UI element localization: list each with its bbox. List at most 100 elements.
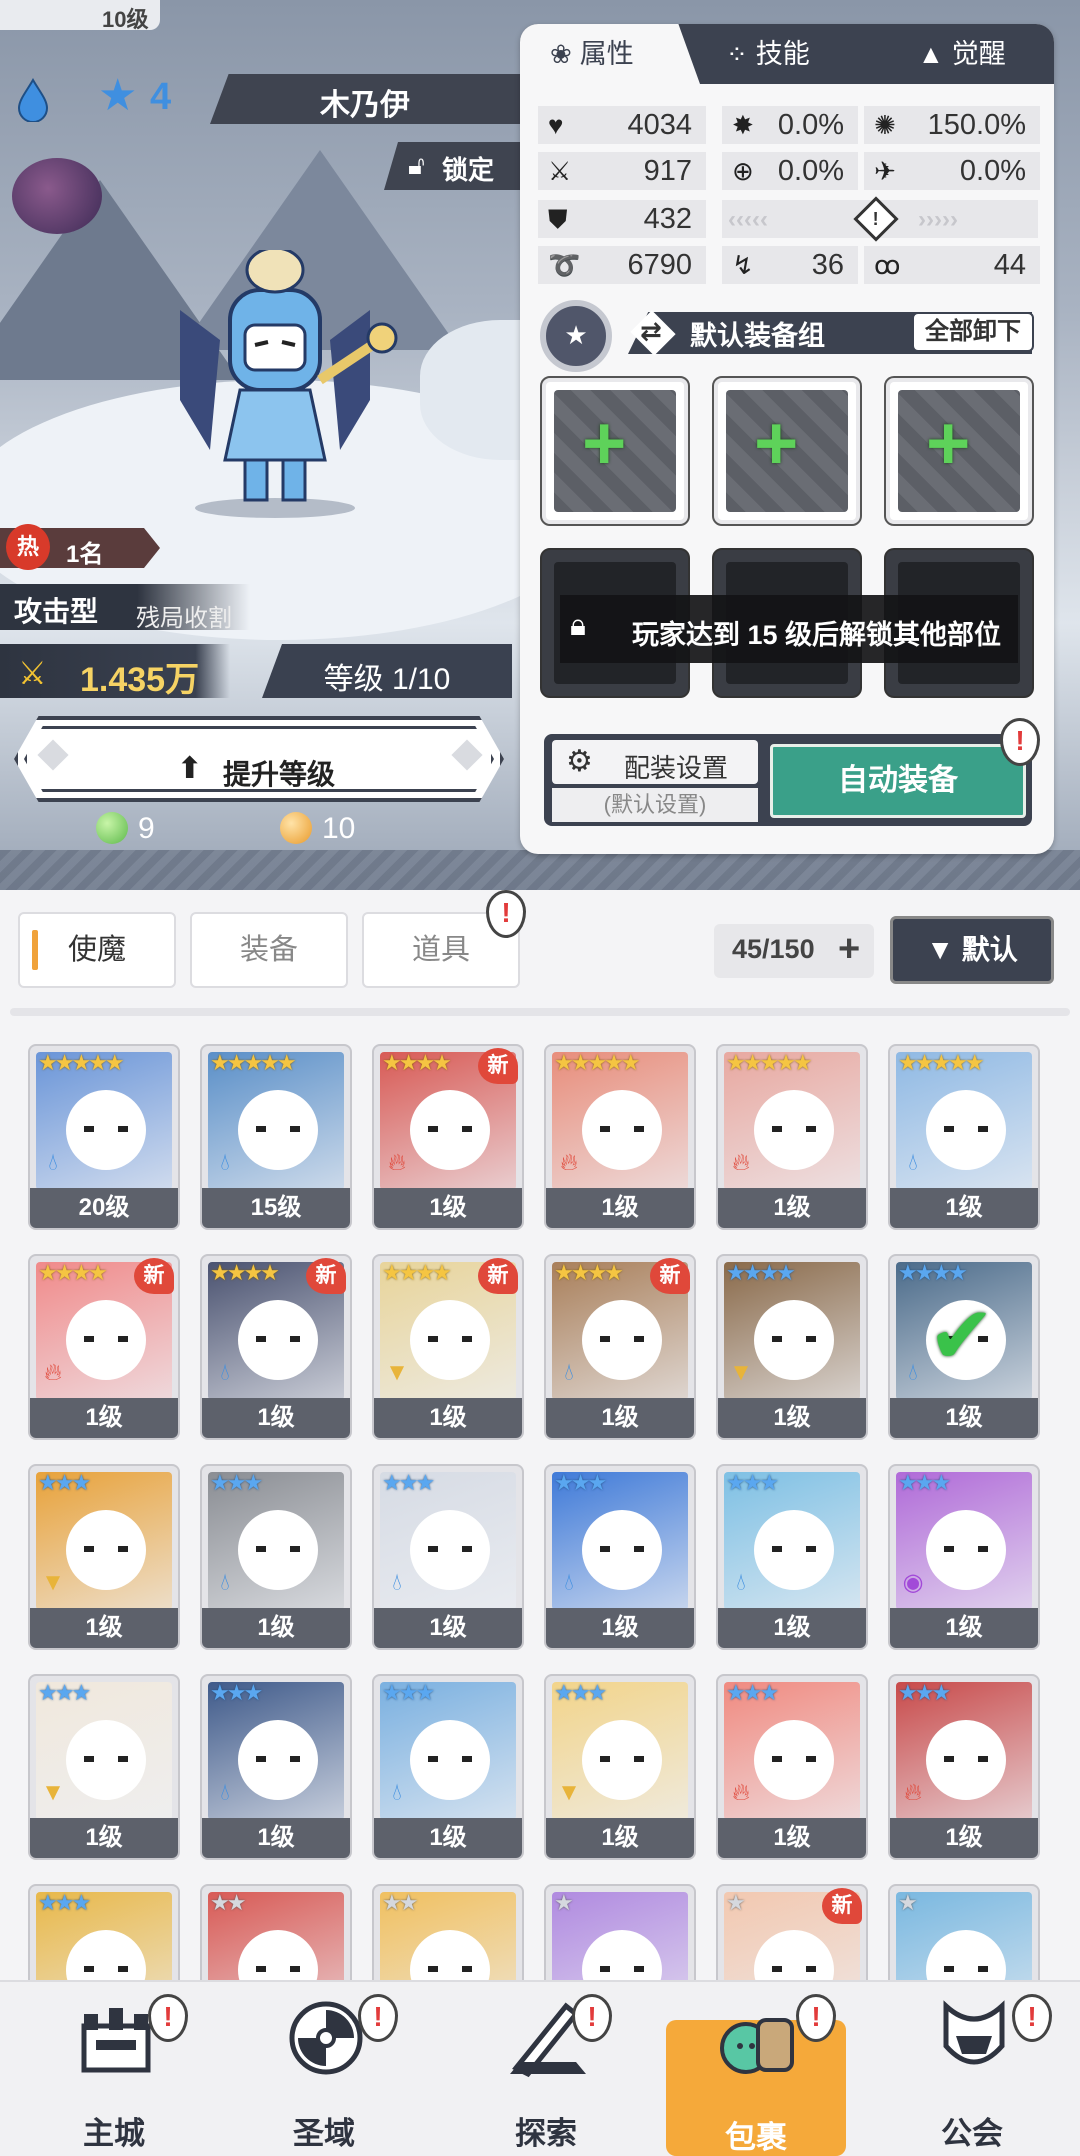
star-rating: ★★★: [898, 1470, 951, 1495]
lock-button[interactable]: 🔓︎ 锁定: [384, 142, 524, 190]
familiar-card[interactable]: ★★★ 💧︎ 1级: [200, 1674, 352, 1860]
stat-crit: ✸ 0.0%: [722, 106, 858, 144]
heart-icon: ♥: [548, 110, 564, 140]
familiar-eyes: [772, 1966, 816, 1972]
earth-element-icon: ▼: [385, 1359, 409, 1386]
pet-lock-icon[interactable]: [12, 158, 102, 234]
equip-medal-icon[interactable]: ★: [540, 300, 612, 372]
green-orb-icon: [96, 812, 128, 844]
familiar-card[interactable]: ★★★★★ 🔥︎ 1级: [544, 1044, 696, 1230]
tab-attributes[interactable]: ❀ 属性: [520, 24, 700, 84]
nav-label: 圣域: [293, 2116, 355, 2151]
stat-defense: ⛊ 432: [538, 200, 706, 238]
star-rating: ★★★★★: [898, 1050, 985, 1075]
stat-defense-value: 432: [643, 203, 692, 235]
familiar-card[interactable]: ★★★ ▼ 1级: [544, 1674, 696, 1860]
swap-icon[interactable]: ⇄: [640, 316, 662, 347]
familiar-level: 1级: [374, 1188, 522, 1228]
familiar-card[interactable]: ★★★★ 💧︎ 新 1级: [544, 1254, 696, 1440]
familiar-card[interactable]: ★★★ 💧︎ 1级: [544, 1464, 696, 1650]
familiar-card[interactable]: ★★★★★ 💧︎ 1级: [888, 1044, 1040, 1230]
sort-button[interactable]: ▼ 默认: [890, 916, 1054, 984]
star-rating: ★★★★★: [726, 1050, 813, 1075]
familiar-level: 1级: [374, 1818, 522, 1858]
upgrade-level-button[interactable]: ⬆ 提升等级: [14, 716, 504, 802]
star-rating: ★★★★: [210, 1260, 280, 1285]
unequip-all-button[interactable]: 全部卸下: [912, 312, 1034, 352]
tab-equipment[interactable]: 装备: [190, 912, 348, 988]
equip-slot-weapon[interactable]: +: [540, 376, 690, 526]
familiar-card[interactable]: ★★★★ 💧︎ 新 1级: [200, 1254, 352, 1440]
familiar-card[interactable]: ★★★ 💧︎ 1级: [372, 1674, 524, 1860]
auto-equip-button[interactable]: 自动装备: [770, 744, 1026, 818]
star-rating: ★★★★: [554, 1260, 624, 1285]
unlock-hint-text: 玩家达到 15 级后解锁其他部位: [632, 620, 1002, 650]
familiar-card[interactable]: ★★★★ 🔥︎ 新 1级: [372, 1044, 524, 1230]
familiar-card[interactable]: ★★★ 🔥︎ 1级: [888, 1674, 1040, 1860]
upgrade-label: 提升等级: [223, 759, 336, 790]
tab-awaken[interactable]: ▲ 觉醒: [918, 24, 1048, 84]
nav-label: 主城: [83, 2116, 145, 2151]
equip-slot-armor[interactable]: +: [884, 376, 1034, 526]
tab-skills[interactable]: ⁘ 技能: [726, 24, 866, 84]
familiar-card[interactable]: ★★★★ ▼ 1级: [716, 1254, 868, 1440]
star-rating: ★★★: [554, 1680, 607, 1705]
spiral-icon: ꝏ: [874, 250, 901, 280]
familiar-eyes: [428, 1756, 472, 1762]
familiar-card[interactable]: ★★★★ 🔥︎ 新 1级: [28, 1254, 180, 1440]
lock-icon: 🔒︎: [570, 609, 586, 642]
familiar-card[interactable]: ★★★ ◉ 1级: [888, 1464, 1040, 1650]
tab-familiars[interactable]: 使魔: [18, 912, 176, 988]
fire-element-icon: 🔥︎: [732, 1149, 750, 1176]
familiar-card[interactable]: ★★★ 💧︎ 1级: [200, 1464, 352, 1650]
familiar-card[interactable]: ★★★★★ 🔥︎ 1级: [716, 1044, 868, 1230]
stat-crit-value: 0.0%: [777, 109, 844, 141]
star-icon: ★: [564, 320, 588, 350]
familiar-card[interactable]: ★★★ 🔥︎ 1级: [716, 1674, 868, 1860]
water-element-icon: 💧︎: [48, 1149, 58, 1176]
star-rating: ★★★: [554, 1470, 607, 1495]
familiar-card[interactable]: ★★★ ▼ 1级: [28, 1464, 180, 1650]
gear-icon: ⚙: [566, 745, 593, 778]
familiar-card[interactable]: ★★★★ 💧︎ ✔ 1级: [888, 1254, 1040, 1440]
star-rating: ★: [554, 1890, 574, 1915]
earth-element-icon: ▼: [41, 1779, 65, 1806]
water-element-icon: 💧︎: [564, 1359, 574, 1386]
familiar-level: 1级: [202, 1398, 350, 1438]
familiar-card[interactable]: ★★★ 💧︎ 1级: [372, 1464, 524, 1650]
stat-a: ↯ 36: [722, 246, 858, 284]
familiar-eyes: [84, 1336, 128, 1342]
star-rating: ★★★: [382, 1470, 435, 1495]
capacity-counter[interactable]: 45/150 +: [714, 924, 874, 978]
equip-slot-helmet[interactable]: +: [712, 376, 862, 526]
familiar-level: 1级: [374, 1608, 522, 1648]
stat-hp-value: 4034: [627, 109, 692, 141]
familiar-card[interactable]: ★★★★★ 💧︎ 15级: [200, 1044, 352, 1230]
familiar-level: 1级: [374, 1398, 522, 1438]
familiar-eyes: [428, 1126, 472, 1132]
new-badge: 新: [650, 1258, 690, 1294]
water-element-icon: 💧︎: [220, 1569, 230, 1596]
star-rating: ★: [898, 1890, 918, 1915]
new-badge: 新: [478, 1048, 518, 1084]
plus-icon: +: [838, 928, 861, 970]
familiar-eyes: [256, 1966, 300, 1972]
familiar-level: 1级: [718, 1188, 866, 1228]
fire-element-icon: 🔥︎: [560, 1149, 578, 1176]
tab-awaken-label: 觉醒: [951, 39, 1006, 69]
familiar-eyes: [256, 1336, 300, 1342]
familiar-card[interactable]: ★★★★★ 💧︎ 20级: [28, 1044, 180, 1230]
alert-mark: !: [1015, 725, 1025, 756]
familiar-eyes: [84, 1546, 128, 1552]
familiar-level: 1级: [890, 1188, 1038, 1228]
nav-label: 探索: [515, 2116, 577, 2151]
loadout-settings-button[interactable]: ⚙ 配装设置: [552, 740, 758, 784]
familiar-card[interactable]: ★★★★ ▼ 新 1级: [372, 1254, 524, 1440]
water-element-icon: 💧︎: [908, 1149, 918, 1176]
familiar-eyes: [600, 1966, 644, 1972]
familiar-card[interactable]: ★★★ ▼ 1级: [28, 1674, 180, 1860]
fire-element-icon: 🔥︎: [44, 1359, 62, 1386]
familiar-card[interactable]: ★★★ 💧︎ 1级: [716, 1464, 868, 1650]
stat-info-row[interactable]: ‹‹‹‹‹ ! ›››››: [722, 196, 1038, 242]
new-badge: 新: [306, 1258, 346, 1294]
